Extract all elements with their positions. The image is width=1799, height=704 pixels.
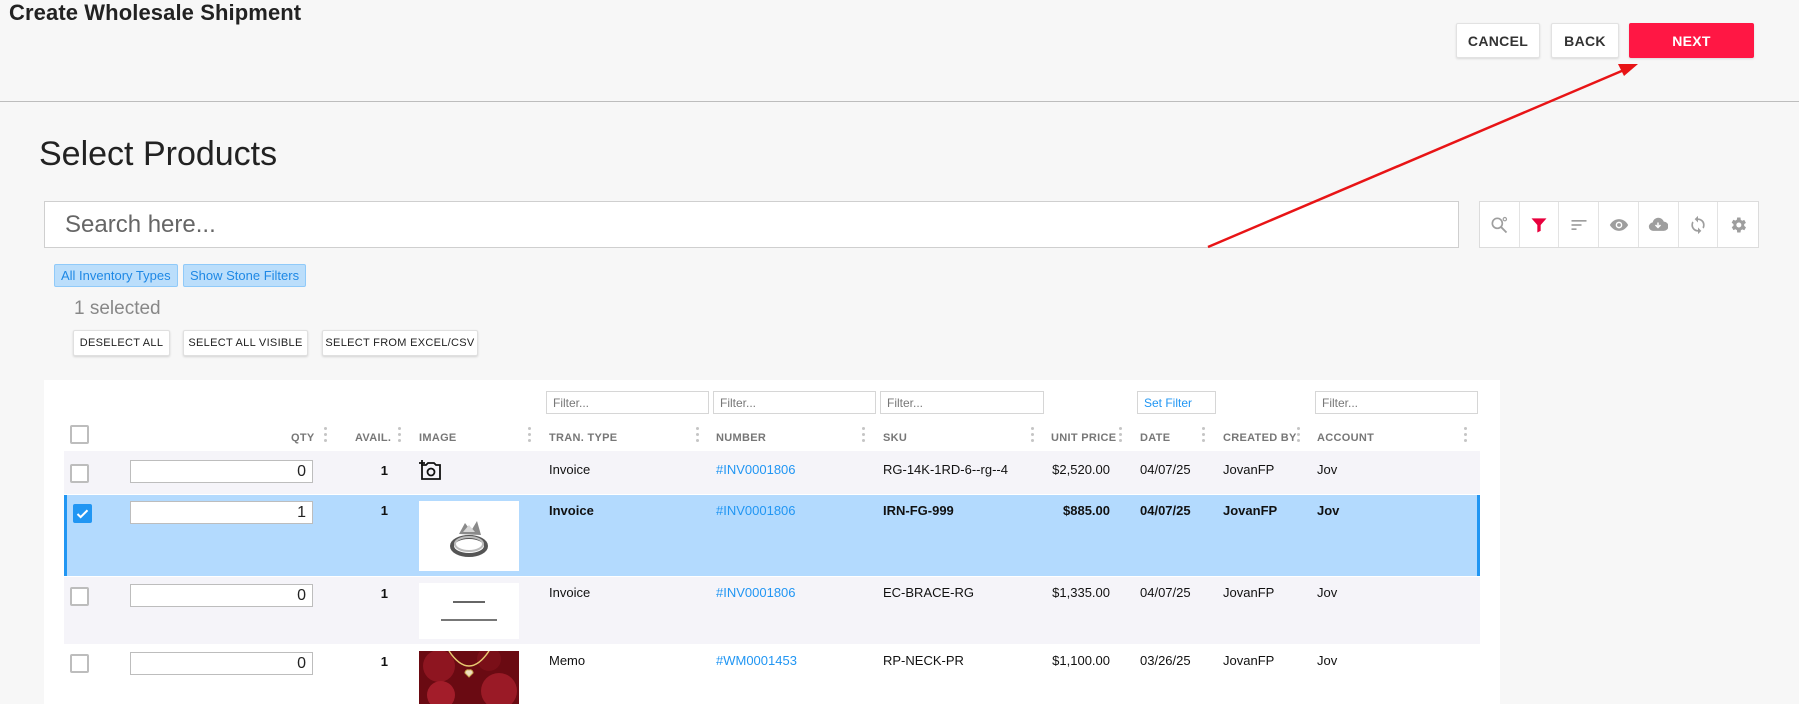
avail-cell: 1 xyxy=(380,586,388,601)
column-header-created-by[interactable]: CREATED BY xyxy=(1223,432,1297,444)
column-menu-icon[interactable] xyxy=(1464,427,1467,443)
column-menu-icon[interactable] xyxy=(862,427,865,443)
column-header-account[interactable]: ACCOUNT xyxy=(1317,432,1374,444)
created-by-cell: JovanFP xyxy=(1223,585,1275,600)
select-from-excel-button[interactable]: SELECT FROM EXCEL/CSV xyxy=(322,330,478,356)
unit-price-cell: $885.00 xyxy=(1063,503,1110,518)
number-link[interactable]: #INV0001806 xyxy=(716,503,796,518)
column-menu-icon[interactable] xyxy=(398,427,401,443)
number-link[interactable]: #WM0001453 xyxy=(716,653,797,668)
back-button[interactable]: BACK xyxy=(1551,23,1619,58)
qty-input[interactable]: 0 xyxy=(130,652,313,675)
date-cell: 03/26/25 xyxy=(1140,653,1191,668)
account-cell: Jov xyxy=(1317,585,1338,600)
select-all-visible-button[interactable]: SELECT ALL VISIBLE xyxy=(183,330,308,356)
sku-cell: RG-14K-1RD-6--rg--4 xyxy=(883,462,1008,477)
account-cell: Jov xyxy=(1317,462,1338,477)
column-header-unit-price[interactable]: UNIT PRICE xyxy=(1051,432,1116,444)
cancel-button[interactable]: CANCEL xyxy=(1456,23,1540,58)
row-checkbox[interactable] xyxy=(70,464,89,483)
sort-icon[interactable] xyxy=(1559,202,1600,247)
tran-type-cell: Invoice xyxy=(549,462,591,477)
grid-toolbar xyxy=(1479,201,1759,248)
column-header-sku[interactable]: SKU xyxy=(883,432,907,444)
column-header-qty[interactable]: QTY xyxy=(291,432,315,444)
column-header-image[interactable]: IMAGE xyxy=(419,432,457,444)
column-menu-icon[interactable] xyxy=(696,427,699,443)
qty-input[interactable]: 0 xyxy=(130,584,313,607)
column-menu-icon[interactable] xyxy=(1119,427,1122,443)
qty-input[interactable]: 0 xyxy=(130,460,313,483)
row-checkbox[interactable] xyxy=(70,587,89,606)
created-by-cell: JovanFP xyxy=(1223,653,1275,668)
filter-date[interactable]: Set Filter xyxy=(1137,391,1216,414)
sku-cell: RP-NECK-PR xyxy=(883,653,964,668)
document-photo[interactable] xyxy=(419,583,519,639)
column-menu-icon[interactable] xyxy=(1202,427,1205,443)
date-cell: 04/07/25 xyxy=(1140,585,1191,600)
avail-cell: 1 xyxy=(380,503,388,518)
column-menu-icon[interactable] xyxy=(528,427,531,443)
search-input[interactable] xyxy=(44,201,1459,248)
number-link[interactable]: #INV0001806 xyxy=(716,462,796,477)
filter-account[interactable]: Filter... xyxy=(1315,391,1478,414)
deselect-all-button[interactable]: DESELECT ALL xyxy=(73,330,170,356)
unit-price-cell: $1,335.00 xyxy=(1052,585,1110,600)
row-checkbox[interactable] xyxy=(70,654,89,673)
account-cell: Jov xyxy=(1317,653,1338,668)
column-header-avail[interactable]: AVAIL. xyxy=(355,432,391,444)
tran-type-cell: Invoice xyxy=(549,585,591,600)
avail-cell: 1 xyxy=(380,654,388,669)
filter-number[interactable]: Filter... xyxy=(713,391,876,414)
number-link[interactable]: #INV0001806 xyxy=(716,585,796,600)
column-header-number[interactable]: NUMBER xyxy=(716,432,766,444)
column-header-date[interactable]: DATE xyxy=(1140,432,1170,444)
qty-input[interactable]: 1 xyxy=(130,501,313,524)
unit-price-cell: $2,520.00 xyxy=(1052,462,1110,477)
next-button[interactable]: NEXT xyxy=(1629,23,1754,58)
filter-sku[interactable]: Filter... xyxy=(880,391,1044,414)
eye-icon[interactable] xyxy=(1599,202,1639,247)
gear-icon[interactable] xyxy=(1718,202,1758,247)
created-by-cell: JovanFP xyxy=(1223,503,1278,518)
column-menu-icon[interactable] xyxy=(1297,427,1300,443)
page-title: Create Wholesale Shipment xyxy=(9,0,302,25)
show-stone-filters-chip[interactable]: Show Stone Filters xyxy=(183,264,307,287)
ring-photo[interactable] xyxy=(419,501,519,571)
column-menu-icon[interactable] xyxy=(324,427,327,443)
column-menu-icon[interactable] xyxy=(1031,427,1034,443)
all-inventory-types-chip[interactable]: All Inventory Types xyxy=(54,264,178,287)
section-title: Select Products xyxy=(39,135,278,173)
row-checkbox-checked[interactable] xyxy=(73,504,92,523)
avail-cell: 1 xyxy=(380,463,388,478)
sku-cell: EC-BRACE-RG xyxy=(883,585,975,600)
filter-tran-type[interactable]: Filter... xyxy=(546,391,709,414)
cloud-download-icon[interactable] xyxy=(1639,202,1679,247)
select-all-checkbox[interactable] xyxy=(70,425,89,444)
check-icon xyxy=(76,509,89,519)
refresh-icon[interactable] xyxy=(1679,202,1719,247)
add-photo-icon[interactable] xyxy=(419,459,443,483)
account-cell: Jov xyxy=(1317,503,1340,518)
date-cell: 04/07/25 xyxy=(1140,503,1191,518)
date-cell: 04/07/25 xyxy=(1140,462,1191,477)
unit-price-cell: $1,100.00 xyxy=(1052,653,1110,668)
filter-icon[interactable] xyxy=(1520,202,1560,247)
selected-count: 1 selected xyxy=(74,298,161,319)
column-header-tran-type[interactable]: TRAN. TYPE xyxy=(549,432,617,444)
tran-type-cell: Memo xyxy=(549,653,586,668)
necklace-photo[interactable] xyxy=(419,651,519,704)
sku-cell: IRN-FG-999 xyxy=(883,503,954,518)
created-by-cell: JovanFP xyxy=(1223,462,1275,477)
tran-type-cell: Invoice xyxy=(549,503,594,518)
search-settings-icon[interactable] xyxy=(1480,202,1520,247)
